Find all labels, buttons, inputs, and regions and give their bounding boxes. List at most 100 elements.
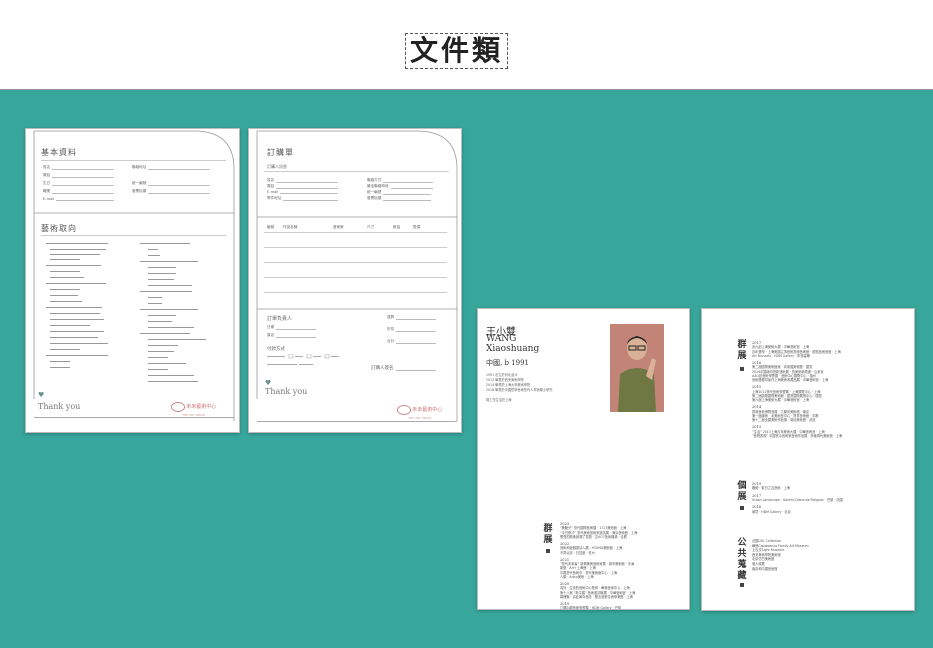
exhibition-year-block: 2016 城境 · HDM Gallery · 北京	[752, 505, 912, 514]
exhibition-entry: 藝術雙種印象作上海美術收藏品展 · 中華藝術宮 · 上海	[752, 378, 829, 383]
field-contact: 聯絡方式	[367, 178, 434, 183]
exhibition-year-block: 2021 “當代未來者” 新興美術藝術家展 · 城市美術館 · 天津 新館 · Ar…	[560, 558, 688, 579]
manager-title: 訂單負責人	[267, 316, 293, 322]
gallery-band: 基本資料 姓名 電話 生日 職業 E-mail 聯絡地址 統一編號 發票抬頭 藝…	[0, 90, 933, 648]
field-name: 姓名	[43, 165, 115, 170]
field-name: 姓名	[267, 178, 339, 183]
exhibition-year-block: 2019 纖細 · 紫日之吉藝術 · 上海	[752, 482, 912, 491]
field-phone: 電話	[43, 173, 115, 178]
label-marker	[740, 367, 744, 371]
doc-artist-cv-2[interactable]: 群展 2017 壽九創上海美術大展 · 中華藝術宮 · 上海 百年寶學 · 上海美國…	[701, 308, 915, 611]
edu-line-4: 2018 畢業於中國哲學藝術當代人事術碩士研究	[486, 388, 553, 392]
logo-en: THE ART SPACE	[408, 416, 432, 420]
logo-mark-icon	[397, 405, 411, 415]
table-header-price: 售價	[413, 225, 421, 229]
exhibition-year-block: 2013 “生活” 2013上海青年美術大展 · 中華藝術宮 · 上海 “藝院表現”…	[752, 425, 912, 438]
brand-logo: 未未藝術中心 THE ART SPACE	[171, 402, 216, 417]
exhibition-year-block: 2017 Urban Landscape · Galerie Diane de P…	[752, 494, 912, 503]
section-title-basic: 基本資料	[41, 148, 77, 157]
logo-name: 未未藝術中心	[186, 404, 217, 410]
exhibition-entry: 第十二屆全國美術作品展 · 湖北美術館 · 武漢	[752, 418, 816, 423]
exhibition-entry: 鄰裡聯 · 高此屬寺藝誌 · 塑出藝數位術學美館 · 上海	[560, 594, 633, 599]
exhibition-entry: 江蘇后網藝術學響展 · HDM Gallery · 巴黎	[560, 606, 622, 610]
artist-portrait	[610, 324, 664, 412]
field-total: 合計	[387, 339, 437, 344]
field-date: 日期	[267, 325, 317, 330]
solo-exhibitions-label: 個展	[737, 481, 747, 502]
exhibition-year-block: 2023 “脆脆分” 當代國際藝術展 · 1723美術館 · 上海 “今日夜才” 當…	[560, 522, 688, 539]
label-marker	[740, 583, 744, 587]
table-header-artist: 藝術家	[333, 225, 344, 229]
thank-you-text: Thank you	[265, 387, 308, 396]
label-marker	[546, 549, 550, 553]
field-email: E-mail	[267, 190, 339, 194]
group-exhibitions-list: 2023 “脆脆分” 當代國際藝術展 · 1723美術館 · 上海 “今日夜才” 當…	[560, 522, 688, 610]
exhibition-year-block: 2014 香港藝術博覽藝展 · 江蘇省美術館 · 南京 第一屆總術 · 北美術藝中心…	[752, 405, 912, 422]
buyer-signature: 訂購人簽名	[371, 365, 436, 371]
collection-entry: 南京和中國藝術館	[752, 566, 778, 571]
field-tax-id: 統一編號	[132, 181, 211, 186]
brand-logo: 未未藝術中心 THE ART SPACE	[397, 405, 442, 420]
section-title-order: 訂購單	[267, 148, 294, 157]
field-address: 寄件地址	[267, 196, 339, 201]
field-address: 聯絡地址	[132, 165, 211, 170]
field-birthday: 生日	[43, 181, 115, 186]
logo-name: 未未藝術中心	[412, 407, 443, 413]
edu-line-2: 2012 畢業於西安美術學院	[486, 378, 524, 382]
exhibition-entry: 不同北京 · 日控館 · 杭州	[560, 550, 595, 555]
payment-options	[267, 354, 339, 365]
exhibition-year-block: 2015 上海2012當代藝術學響展 · 上海展覽中心 · 上海 第二屆國際國際美術…	[752, 385, 912, 402]
field-email: E-mail	[43, 197, 115, 201]
heart-icon: ♥	[38, 391, 45, 399]
group-exhibitions-list: 2017 壽九創上海美術大展 · 中華藝術宮 · 上海 百年寶學 · 上海美國主事藝…	[752, 341, 912, 441]
field-invoice: 發票抬頭	[367, 196, 432, 201]
table-header-qty: 數量	[393, 225, 401, 229]
label-marker	[740, 506, 744, 510]
table-header-size: 尺寸	[367, 225, 375, 229]
exhibition-year-block: 2016 第二屆國際美術館家 · 向家國美術館 · 國當 2016中國版印當新藝術展…	[752, 361, 912, 382]
artist-origin: 中國, b 1991	[486, 359, 529, 367]
exhibition-entry: 人類 · Artco美術 · 上海	[560, 574, 594, 579]
payment-title: 付款方式	[267, 347, 285, 352]
section-title-art: 藝術取向	[41, 224, 77, 233]
table-header-id: 編號	[267, 225, 275, 229]
thank-you-text: Thank you	[38, 402, 81, 411]
collections-label: 公共蒐藏	[737, 538, 747, 581]
exhibition-entry: Urban Landscape · Galerie Diane de Polig…	[752, 498, 843, 503]
field-tax-id: 統一編號	[367, 190, 432, 195]
field-best-time: 最佳聯絡時段	[367, 184, 433, 189]
preference-list	[46, 243, 206, 382]
group-exhibitions-label: 群展	[543, 524, 553, 545]
orderer-subtitle: 訂購人訊息	[267, 164, 287, 169]
group-exhibitions-label: 群展	[737, 340, 747, 361]
field-job: 職業	[43, 189, 115, 194]
exhibition-entry: 第六屆上海美術大展 · 中華藝術宮 · 上海	[752, 398, 810, 403]
doc-artist-cv-1[interactable]: 王小雙 WANG Xiaoshuang 中國, b 1991 1991 出生於河…	[477, 308, 690, 610]
exhibition-entry: 纖細 · 紫日之吉藝術 · 上海	[752, 486, 790, 491]
edu-line-1: 1991 出生於河北滄州	[486, 373, 518, 377]
exhibition-year-block: 2022 藝術和遊戲邀請人展 · YOUNG美術館 · 上海 不同北京 · 日控館 …	[560, 542, 688, 555]
collections-list: 法國DSL Collection 華僑Capobianco Family Art …	[752, 539, 912, 571]
exhibition-year-block: 2020 向外 · 生長的藝術中心發覺 · 華美藝術中心 · 上海 第十八屆 “新中…	[560, 582, 688, 599]
exhibition-entry: 城境 · HDM Gallery · 北京	[752, 509, 791, 514]
page-header: 文件類	[0, 0, 933, 90]
table-header-title: 作品名稱	[283, 225, 298, 229]
exhibition-year-block: 2019江蘇后網藝術學響展 · HDM Gallery · 巴黎In There…	[560, 602, 688, 610]
field-phone: 電話	[267, 184, 339, 189]
edu-line-3: 2014 畢業於上海大學美術學院	[486, 383, 531, 387]
field-discount: 折扣	[387, 327, 437, 332]
exhibition-year-block: 2017 壽九創上海美術大展 · 中華藝術宮 · 上海 百年寶學 · 上海美國主事藝…	[752, 341, 912, 358]
artist-name-en-2: Xiaoshuang	[486, 344, 540, 354]
doc-basic-info[interactable]: 基本資料 姓名 電話 生日 職業 E-mail 聯絡地址 統一編號 發票抬頭 藝…	[25, 128, 240, 433]
exhibition-entry: Art Brussels · HDM Gallery · 布魯塞爾	[752, 353, 810, 358]
field-shipping: 運費	[387, 315, 437, 320]
field-invoice: 發票抬頭	[132, 189, 211, 194]
page-title: 文件類	[405, 33, 509, 69]
heart-icon: ♥	[265, 379, 272, 387]
exhibition-entry: “藝院表現” 中國當今藝術家藝術作品展 · 多倫現代美術館 · 上海	[752, 433, 843, 438]
solo-exhibitions-list: 2019 纖細 · 紫日之吉藝術 · 上海 2017 Urban Landscape …	[752, 482, 912, 517]
field-signature: 簽名	[267, 333, 317, 338]
current-base: 現工作生活於上海	[486, 398, 512, 402]
doc-order-form[interactable]: 訂購單 訂購人訊息 姓名 電話 E-mail 寄件地址 聯絡方式 最佳聯絡時段 …	[248, 128, 462, 433]
exhibition-entry: 歌聲的鏡像與潮了寫題 · 意AO7藝術機構 · 合肥	[560, 534, 627, 539]
